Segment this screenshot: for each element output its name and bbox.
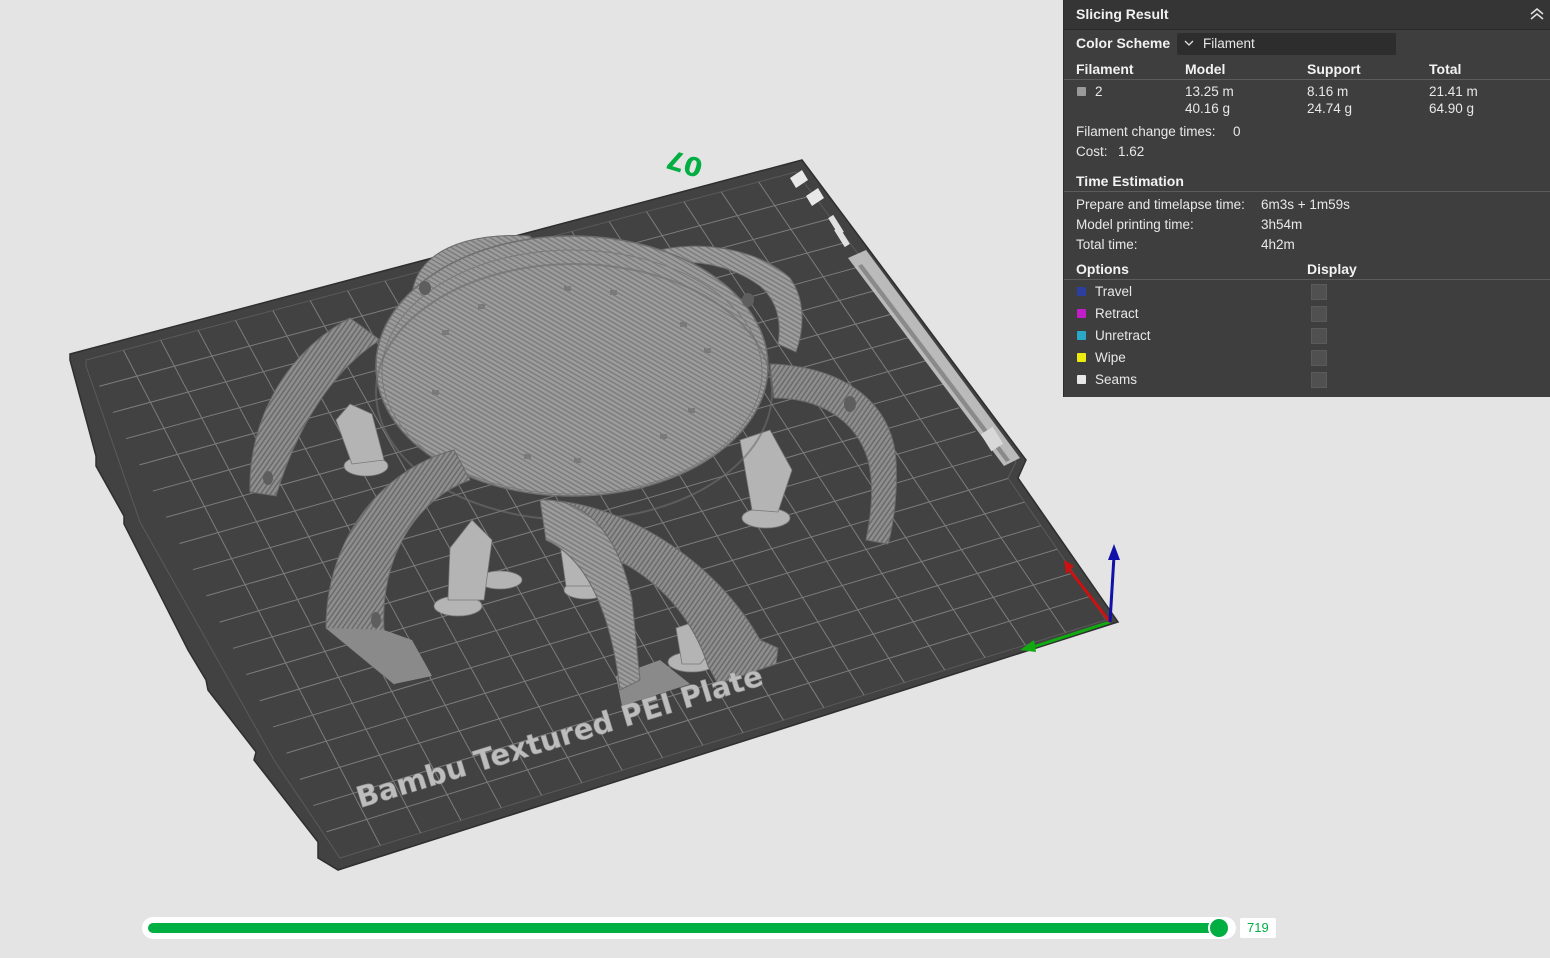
seams-display-checkbox[interactable] [1311,372,1327,388]
option-label: Unretract [1095,328,1151,343]
model-weight: 40.16 g [1185,101,1231,116]
panel-header: Slicing Result [1064,0,1550,30]
display-header: Display [1307,261,1357,277]
layer-slider[interactable]: 719 [142,915,1278,941]
prepare-time-label: Prepare and timelapse time: [1076,197,1245,212]
slider-value-label: 719 [1240,918,1276,938]
options-header: Options [1076,261,1129,277]
prepare-time-value: 6m3s + 1m59s [1261,197,1350,212]
retract-color-swatch [1077,309,1086,318]
total-time-label: Total time: [1076,237,1138,252]
color-scheme-dropdown[interactable]: Filament [1177,33,1396,55]
total-length: 21.41 m [1429,84,1478,99]
option-label: Seams [1095,372,1138,387]
total-time-value: 4h2m [1261,237,1295,252]
filament-id: 2 [1095,84,1103,99]
wipe-color-swatch [1077,353,1086,362]
cost-label: Cost: [1076,144,1108,159]
model-time-value: 3h54m [1261,217,1303,232]
divider [1064,191,1550,192]
filament-change-label: Filament change times: [1076,124,1216,139]
time-estimation-title: Time Estimation [1076,173,1184,189]
color-scheme-value: Filament [1203,36,1255,51]
model-length: 13.25 m [1185,84,1234,99]
slider-fill [148,923,1220,933]
color-scheme-label: Color Scheme [1076,35,1171,51]
slicing-result-panel: Slicing Result Color Scheme Filament Fil… [1064,0,1550,397]
option-label: Retract [1095,306,1139,321]
divider [1064,79,1550,80]
collapse-panel-icon[interactable] [1528,5,1546,23]
filament-color-swatch [1077,87,1086,96]
unretract-display-checkbox[interactable] [1311,328,1327,344]
divider [1064,279,1550,280]
option-label: Travel [1095,284,1133,299]
support-length: 8.16 m [1307,84,1349,99]
option-label: Wipe [1095,350,1126,365]
travel-display-checkbox[interactable] [1311,284,1327,300]
header-total: Total [1429,61,1462,77]
header-support: Support [1307,61,1361,77]
seams-color-swatch [1077,375,1086,384]
header-filament: Filament [1076,61,1134,77]
wipe-display-checkbox[interactable] [1311,350,1327,366]
retract-display-checkbox[interactable] [1311,306,1327,322]
total-weight: 64.90 g [1429,101,1475,116]
support-weight: 24.74 g [1307,101,1353,116]
unretract-color-swatch [1077,331,1086,340]
header-model: Model [1185,61,1226,77]
chevron-down-icon [1183,37,1195,49]
slider-thumb[interactable] [1208,917,1230,939]
filament-change-value: 0 [1233,124,1241,139]
cost-value: 1.62 [1118,144,1145,159]
model-time-label: Model printing time: [1076,217,1194,232]
panel-title: Slicing Result [1076,6,1169,22]
travel-color-swatch [1077,287,1086,296]
plate-number-label: 07 [663,143,706,182]
